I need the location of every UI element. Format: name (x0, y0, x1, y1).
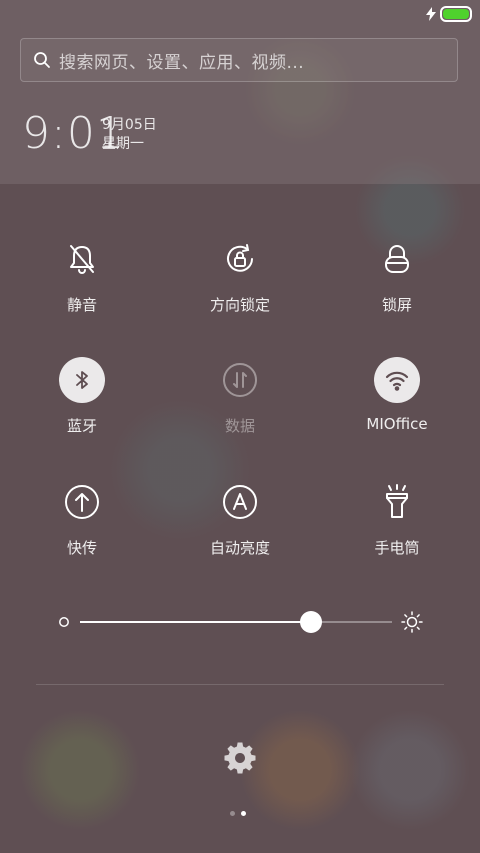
toggle-mobile-data[interactable]: 数据 (170, 357, 310, 436)
wifi-icon (385, 371, 409, 391)
auto-brightness-icon (223, 485, 257, 519)
toggle-bluetooth-icon-wrap (59, 357, 105, 403)
brightness-slider-fill (80, 621, 311, 623)
settings-gear-icon[interactable] (224, 742, 256, 774)
toggle-wifi[interactable]: MIOffice (327, 357, 467, 433)
flashlight-icon (386, 484, 408, 518)
rotation-lock-icon (227, 244, 253, 272)
toggle-flashlight-icon-wrap (374, 479, 420, 525)
toggle-rotation-lock-icon-wrap (217, 236, 263, 282)
brightness-high-icon (401, 611, 423, 633)
toggle-quick-transfer-icon-wrap (59, 479, 105, 525)
toggle-mute-label: 静音 (66, 296, 97, 314)
upload-arrow-icon (65, 485, 99, 519)
toggle-lock-screen-icon-wrap (374, 236, 420, 282)
toggle-mobile-data-label: 数据 (224, 417, 255, 435)
date-block[interactable]: 9月05日 星期一 (102, 116, 157, 154)
toggle-rotation-lock[interactable]: 方向锁定 (170, 236, 310, 315)
search-icon (34, 52, 50, 68)
lock-icon (385, 245, 409, 273)
page-indicator (230, 811, 246, 816)
date-text: 9月05日 (102, 117, 157, 133)
toggle-auto-brightness-label: 自动亮度 (209, 539, 270, 557)
toggle-auto-brightness-icon-wrap (217, 479, 263, 525)
mobile-data-icon (223, 363, 257, 397)
toggle-bluetooth-label: 蓝牙 (66, 417, 97, 435)
toggle-flashlight-label: 手电筒 (374, 539, 420, 557)
search-placeholder: 搜索网页、设置、应用、视频... (59, 52, 305, 73)
toggle-wifi-label: MIOffice (366, 415, 428, 433)
brightness-slider[interactable] (80, 611, 392, 633)
battery-fill (443, 9, 469, 19)
toggle-mute-icon-wrap (59, 236, 105, 282)
charging-bolt-icon (426, 7, 436, 21)
toggle-auto-brightness[interactable]: 自动亮度 (170, 479, 310, 558)
toggle-mobile-data-icon-wrap (217, 357, 263, 403)
toggle-quick-transfer-label: 快传 (66, 539, 97, 557)
toggle-lock-screen[interactable]: 锁屏 (327, 236, 467, 315)
toggle-bluetooth[interactable]: 蓝牙 (12, 357, 152, 436)
toggle-lock-screen-label: 锁屏 (381, 296, 412, 314)
bell-off-icon (70, 245, 94, 274)
status-bar (426, 4, 472, 24)
page-dot-1 (230, 811, 235, 816)
brightness-slider-thumb[interactable] (299, 611, 322, 633)
toggle-mute[interactable]: 静音 (12, 236, 152, 315)
bluetooth-icon (76, 371, 88, 389)
divider (36, 684, 444, 685)
battery-icon (440, 6, 472, 22)
toggle-wifi-icon-wrap (374, 357, 420, 403)
weekday-text: 星期一 (102, 136, 144, 152)
toggle-rotation-lock-label: 方向锁定 (209, 296, 270, 314)
toggle-flashlight[interactable]: 手电筒 (327, 479, 467, 558)
toggle-quick-transfer[interactable]: 快传 (12, 479, 152, 558)
search-input[interactable]: 搜索网页、设置、应用、视频... (20, 38, 458, 82)
page-dot-2 (241, 811, 246, 816)
brightness-low-icon (59, 617, 69, 627)
